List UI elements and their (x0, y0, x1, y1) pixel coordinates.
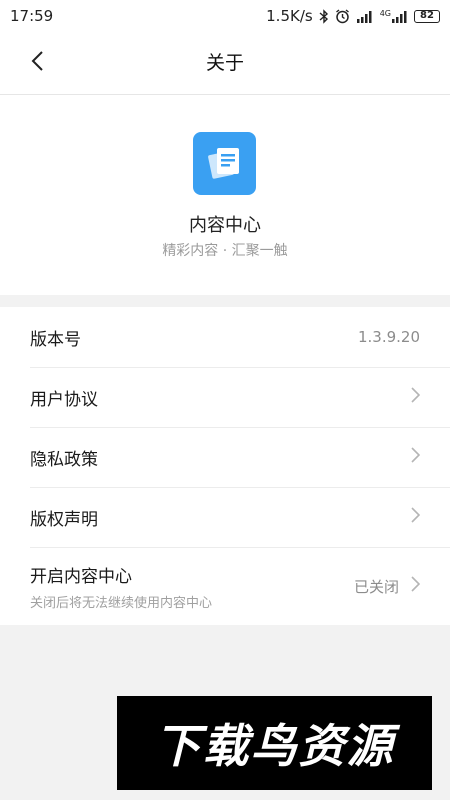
app-logo (193, 132, 256, 195)
nav-header: 关于 (0, 32, 450, 95)
chevron-right-icon (411, 576, 421, 596)
signal-icon (356, 10, 374, 23)
enable-content-center-text: 开启内容中心 关闭后将无法继续使用内容中心 (30, 562, 212, 611)
version-row: 版本号 1.3.9.20 (0, 307, 450, 367)
document-stack-icon (206, 143, 244, 185)
battery-icon: 82 (414, 9, 440, 23)
enable-content-center-row[interactable]: 开启内容中心 关闭后将无法继续使用内容中心 已关闭 (0, 547, 450, 625)
enable-content-center-label: 开启内容中心 (30, 566, 132, 587)
bluetooth-icon (319, 8, 329, 24)
status-icons: 1.5K/s 4G 82 (266, 7, 440, 25)
network-speed: 1.5K/s (266, 7, 313, 25)
version-label: 版本号 (30, 329, 81, 350)
back-button[interactable] (22, 48, 52, 78)
privacy-policy-label: 隐私政策 (30, 449, 98, 470)
copyright-label: 版权声明 (30, 509, 98, 530)
enable-content-center-value: 已关闭 (353, 577, 399, 596)
chevron-right-icon (411, 447, 421, 467)
copyright-row[interactable]: 版权声明 (0, 487, 450, 547)
user-agreement-label: 用户协议 (30, 389, 98, 410)
app-slogan: 精彩内容 · 汇聚一触 (162, 243, 288, 259)
status-time: 17:59 (10, 7, 54, 25)
chevron-right-icon (411, 507, 421, 527)
signal-4g-icon: 4G (379, 8, 408, 23)
chevron-right-icon (411, 387, 421, 407)
about-screen: 17:59 1.5K/s 4G 82 关于 内容中心 精彩内容 · 汇聚一触 版… (0, 0, 450, 800)
app-info-card: 内容中心 精彩内容 · 汇聚一触 (0, 95, 450, 295)
status-bar: 17:59 1.5K/s 4G 82 (0, 0, 450, 32)
watermark-banner: 下载鸟资源 (117, 696, 432, 790)
enable-content-center-subtitle: 关闭后将无法继续使用内容中心 (30, 595, 213, 611)
version-value: 1.3.9.20 (357, 328, 420, 346)
settings-list: 版本号 1.3.9.20 用户协议 隐私政策 版权声明 开启内容中心 关闭后将无 (0, 307, 450, 625)
privacy-policy-row[interactable]: 隐私政策 (0, 427, 450, 487)
alarm-icon (335, 8, 350, 24)
watermark-text: 下载鸟资源 (154, 719, 395, 773)
chevron-left-icon (30, 50, 44, 76)
app-name: 内容中心 (189, 215, 261, 236)
page-title: 关于 (205, 52, 244, 74)
user-agreement-row[interactable]: 用户协议 (0, 367, 450, 427)
network-type: 4G (379, 8, 391, 18)
enable-content-center-status: 已关闭 (353, 576, 421, 597)
